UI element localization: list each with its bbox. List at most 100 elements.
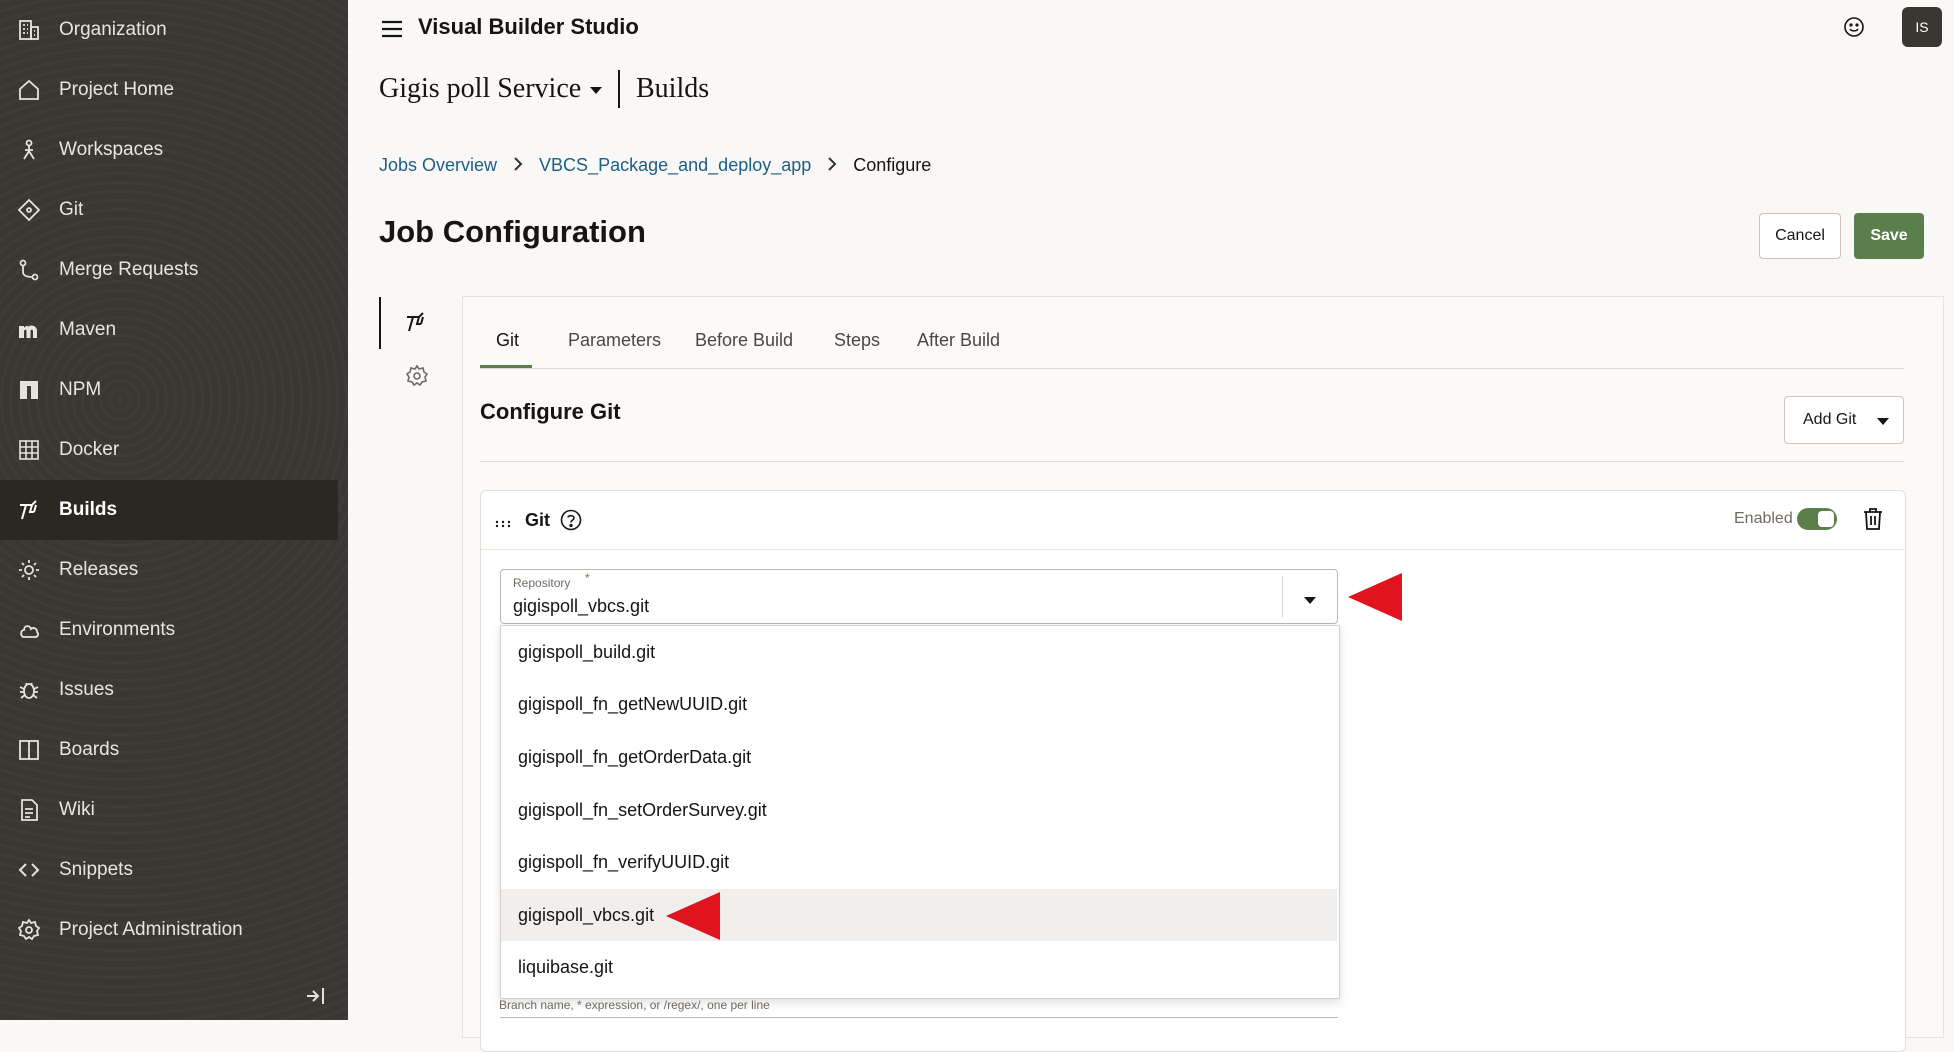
- configure-git-title: Configure Git: [480, 399, 621, 424]
- select-divider: [1282, 576, 1283, 617]
- sidebar-item-npm[interactable]: NPM: [0, 360, 338, 420]
- repository-option[interactable]: gigispoll_build.git: [501, 626, 1337, 678]
- chevron-right-icon: [827, 157, 837, 174]
- section-divider: [480, 461, 1904, 462]
- tab-before-build[interactable]: Before Build: [695, 330, 793, 351]
- sidebar-item-organization[interactable]: Organization: [0, 0, 338, 60]
- required-marker: *: [585, 571, 590, 585]
- build-hammer-icon[interactable]: [404, 310, 428, 334]
- tab-git[interactable]: Git: [496, 330, 519, 351]
- annotation-arrow: [666, 892, 720, 940]
- tab-after-build[interactable]: After Build: [917, 330, 1000, 351]
- sidebar-item-issues[interactable]: Issues: [0, 660, 338, 720]
- sidebar-item-git[interactable]: Git: [0, 180, 338, 240]
- section-name: Builds: [636, 73, 710, 104]
- breadcrumb-current: Configure: [853, 155, 932, 175]
- branch-hint: Branch name, * expression, or /regex/, o…: [499, 998, 770, 1012]
- sidebar-item-boards[interactable]: Boards: [0, 720, 338, 780]
- vertical-tab-indicator: [379, 297, 381, 349]
- sidebar-item-docker[interactable]: Docker: [0, 420, 338, 480]
- add-git-button[interactable]: Add Git: [1784, 396, 1904, 444]
- breadcrumb-job-name[interactable]: VBCS_Package_and_deploy_app: [539, 155, 811, 176]
- issues-icon: [16, 677, 42, 703]
- tab-steps[interactable]: Steps: [834, 330, 880, 351]
- organization-icon: [16, 17, 42, 43]
- sidebar-item-wiki[interactable]: Wiki: [0, 780, 338, 840]
- app-title: Visual Builder Studio: [418, 14, 639, 39]
- toggle-knob: [1818, 511, 1834, 527]
- sidebar-item-label: Merge Requests: [59, 259, 199, 280]
- chevron-down-icon: [1877, 418, 1889, 425]
- sidebar-item-workspaces[interactable]: Workspaces: [0, 120, 338, 180]
- annotation-arrow: [1348, 573, 1402, 621]
- drag-handle-icon[interactable]: [495, 515, 511, 528]
- sidebar-item-label: Snippets: [59, 859, 133, 880]
- sidebar-item-builds[interactable]: Builds: [0, 480, 338, 540]
- tabs-divider: [480, 368, 1904, 369]
- snippets-icon: [16, 857, 42, 883]
- sidebar-item-label: Organization: [59, 19, 167, 40]
- sidebar-item-label: NPM: [59, 379, 102, 400]
- workspaces-icon: [16, 137, 42, 163]
- feedback-smiley-icon[interactable]: [1842, 15, 1866, 39]
- sidebar-item-label: Project Home: [59, 79, 175, 100]
- collapse-sidebar-icon[interactable]: [302, 982, 330, 1010]
- page-title: Job Configuration: [379, 214, 646, 249]
- repository-select[interactable]: Repository * gigispoll_vbcs.git: [500, 569, 1338, 624]
- docker-icon: [16, 437, 42, 463]
- repository-option[interactable]: gigispoll_fn_getNewUUID.git: [501, 678, 1337, 730]
- repository-option[interactable]: liquibase.git: [501, 941, 1337, 993]
- repository-label: Repository: [513, 576, 571, 590]
- repository-value: gigispoll_vbcs.git: [513, 596, 650, 616]
- project-admin-icon: [16, 917, 42, 943]
- sidebar-item-label: Project Administration: [59, 919, 243, 940]
- repository-option[interactable]: gigispoll_fn_getOrderData.git: [501, 731, 1337, 783]
- chevron-down-icon[interactable]: [589, 83, 603, 94]
- wiki-icon: [16, 797, 42, 823]
- sidebar-item-environments[interactable]: Environments: [0, 600, 338, 660]
- git-card-title: Git: [525, 510, 550, 530]
- repository-option-hovered[interactable]: gigispoll_vbcs.git: [501, 889, 1337, 941]
- sidebar-item-project-administration[interactable]: Project Administration: [0, 900, 338, 960]
- releases-icon: [16, 557, 42, 583]
- sidebar-item-merge-requests[interactable]: Merge Requests: [0, 240, 338, 300]
- sidebar-item-releases[interactable]: Releases: [0, 540, 338, 600]
- breadcrumb-jobs-overview[interactable]: Jobs Overview: [379, 155, 497, 176]
- sidebar-item-label: Environments: [59, 619, 176, 640]
- maven-icon: [16, 317, 42, 343]
- help-icon[interactable]: [559, 508, 583, 532]
- sidebar-item-label: Wiki: [59, 799, 95, 820]
- enabled-toggle[interactable]: [1797, 508, 1837, 530]
- home-icon: [16, 77, 42, 103]
- sidebar-item-label: Maven: [59, 319, 117, 340]
- add-git-label: Add Git: [1803, 411, 1857, 428]
- chevron-right-icon: [513, 157, 523, 174]
- branch-field[interactable]: [500, 1017, 1338, 1021]
- sidebar-item-label: Boards: [59, 739, 120, 760]
- tab-parameters[interactable]: Parameters: [568, 330, 661, 351]
- enabled-label: Enabled: [1734, 510, 1793, 527]
- avatar[interactable]: IS: [1902, 7, 1942, 47]
- project-name[interactable]: Gigis poll Service: [379, 73, 581, 105]
- chevron-down-icon[interactable]: [1303, 592, 1317, 604]
- npm-icon: [16, 377, 42, 403]
- sidebar-item-label: Issues: [59, 679, 114, 700]
- title-divider: [618, 70, 620, 108]
- sidebar: Organization Project Home Workspaces Git…: [0, 0, 348, 1020]
- save-button[interactable]: Save: [1854, 213, 1924, 259]
- sidebar-item-maven[interactable]: Maven: [0, 300, 338, 360]
- sidebar-item-label: Docker: [59, 439, 120, 460]
- sidebar-item-label: Releases: [59, 559, 139, 580]
- sidebar-item-project-home[interactable]: Project Home: [0, 60, 338, 120]
- repository-option[interactable]: gigispoll_fn_verifyUUID.git: [501, 836, 1337, 888]
- menu-icon[interactable]: [380, 18, 404, 40]
- trash-icon[interactable]: [1862, 507, 1884, 531]
- boards-icon: [16, 737, 42, 763]
- gear-icon[interactable]: [405, 364, 429, 388]
- card-header-divider: [481, 549, 1904, 550]
- repository-option[interactable]: gigispoll_fn_setOrderSurvey.git: [501, 784, 1337, 836]
- cancel-button[interactable]: Cancel: [1759, 213, 1841, 259]
- environments-icon: [16, 617, 42, 643]
- sidebar-item-snippets[interactable]: Snippets: [0, 840, 338, 900]
- sidebar-item-label: Builds: [59, 499, 118, 520]
